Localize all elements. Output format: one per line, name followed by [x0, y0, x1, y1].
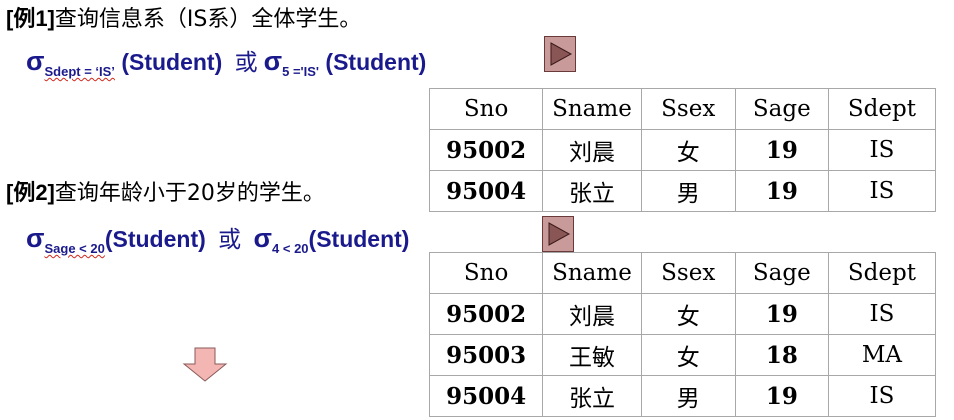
cell-sno: 95004	[428, 170, 544, 212]
play-button-example1[interactable]	[544, 36, 576, 72]
column-header: Sname	[542, 252, 642, 294]
cell-ssex: 女	[640, 293, 736, 335]
cell-sno: 95002	[428, 293, 544, 335]
cell-ssex: 女	[640, 129, 736, 171]
table-row: 95003 王敏 女 18 MA	[428, 334, 937, 376]
cell-sname: 刘晨	[542, 129, 642, 171]
cell-sname: 刘晨	[542, 293, 642, 335]
cell-sage: 19	[734, 129, 829, 171]
column-header: Sdept	[827, 252, 937, 294]
cell-ssex: 女	[640, 334, 736, 376]
selection-condition: Sdept = ‘IS’	[44, 64, 115, 79]
table-row: 95002 刘晨 女 19 IS	[428, 293, 937, 335]
down-arrow-button[interactable]	[182, 347, 228, 387]
example1-tag: [例1]	[6, 6, 55, 31]
table-row: 95004 张立 男 19 IS	[428, 170, 937, 212]
example2-formula: σSage < 20(Student) 或 σ4 < 20(Student)	[26, 223, 410, 256]
cell-sdept: IS	[827, 170, 937, 212]
cell-sname: 张立	[542, 170, 642, 212]
selection-condition: Sage < 20	[44, 241, 105, 256]
column-header: Sname	[542, 88, 642, 130]
cell-sage: 19	[734, 293, 829, 335]
cell-sdept: MA	[827, 334, 937, 376]
cell-sname: 张立	[542, 375, 642, 417]
relation-argument: (Student)	[104, 226, 206, 252]
example2-tag: [例2]	[6, 180, 55, 205]
column-header: Sage	[734, 88, 829, 130]
cell-sdept: IS	[827, 129, 937, 171]
or-connector: 或	[234, 50, 258, 76]
cell-ssex: 男	[640, 375, 736, 417]
example1-result-table: Sno Sname Ssex Sage Sdept 95002 刘晨 女 19 …	[428, 88, 937, 212]
cell-ssex: 男	[640, 170, 736, 212]
play-icon	[548, 222, 571, 246]
example1-formula: σSdept = ‘IS’ (Student) 或 σ5 ='IS' (Stude…	[26, 46, 427, 79]
example1-title: [例1]查询信息系（IS系）全体学生。	[6, 8, 361, 31]
cell-sage: 19	[734, 375, 829, 417]
cell-sno: 95002	[428, 129, 544, 171]
relation-argument: (Student)	[121, 49, 223, 75]
sigma-symbol: σ	[26, 223, 45, 253]
relation-argument-alt: (Student)	[325, 49, 427, 75]
cell-sage: 18	[734, 334, 829, 376]
selection-condition-alt: 5 ='IS'	[282, 64, 320, 79]
cell-sname: 王敏	[542, 334, 642, 376]
table-row: 95004 张立 男 19 IS	[428, 375, 937, 417]
example1-text: 查询信息系（IS系）全体学生。	[54, 7, 362, 32]
example2-title: [例2]查询年龄小于20岁的学生。	[6, 182, 325, 205]
sigma-symbol: σ	[26, 46, 45, 76]
column-header: Sno	[428, 88, 544, 130]
column-header: Sdept	[827, 88, 937, 130]
sigma-symbol-alt: σ	[253, 223, 273, 253]
column-header: Ssex	[640, 252, 736, 294]
or-connector: 或	[218, 227, 242, 253]
example2-result-table: Sno Sname Ssex Sage Sdept 95002 刘晨 女 19 …	[428, 252, 937, 417]
sigma-symbol-alt: σ	[263, 46, 283, 76]
cell-sage: 19	[734, 170, 829, 212]
relation-argument-alt: (Student)	[308, 226, 410, 252]
cell-sdept: IS	[827, 293, 937, 335]
cell-sdept: IS	[827, 375, 937, 417]
column-header: Sno	[428, 252, 544, 294]
column-header: Ssex	[640, 88, 736, 130]
example2-text: 查询年龄小于20岁的学生。	[54, 181, 325, 206]
table-header-row: Sno Sname Ssex Sage Sdept	[428, 252, 937, 294]
play-icon	[550, 42, 573, 66]
table-header-row: Sno Sname Ssex Sage Sdept	[428, 88, 937, 130]
down-arrow-icon	[182, 347, 228, 382]
table-row: 95002 刘晨 女 19 IS	[428, 129, 937, 171]
play-button-example2[interactable]	[542, 216, 574, 252]
selection-condition-alt: 4 < 20	[272, 241, 309, 256]
cell-sno: 95003	[428, 334, 544, 376]
cell-sno: 95004	[428, 375, 544, 417]
column-header: Sage	[734, 252, 829, 294]
